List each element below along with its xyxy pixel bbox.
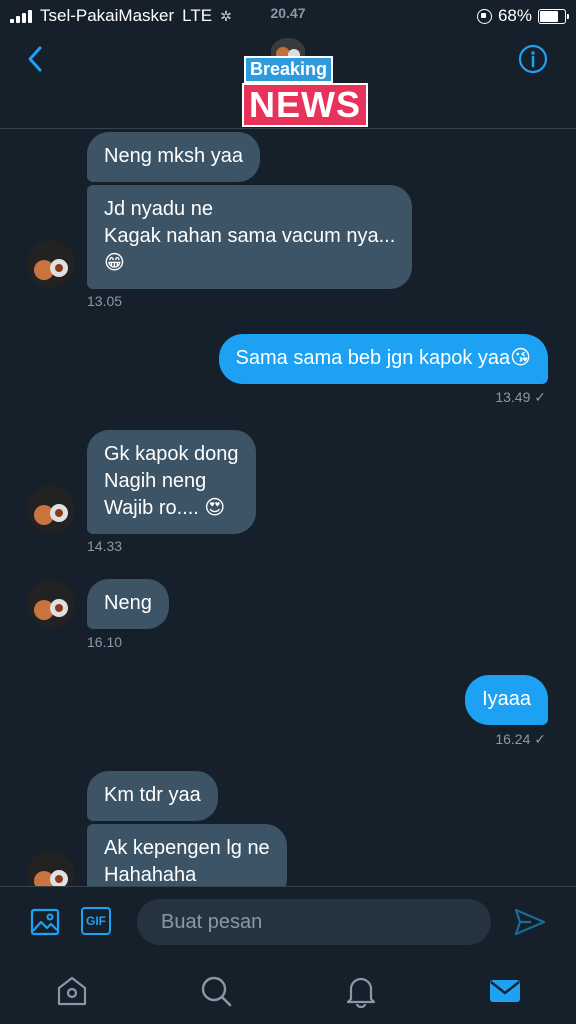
search-icon[interactable] <box>199 974 233 1008</box>
message-timestamp: 13.49 ✓ <box>495 389 546 405</box>
message-bubble-incoming[interactable]: Gk kapok dong Nagih neng Wajib ro.... 😍 <box>87 430 256 534</box>
contact-avatar[interactable] <box>27 240 75 288</box>
battery-percent: 68% <box>497 6 532 25</box>
message-bubble-incoming[interactable]: Km tdr yaa <box>87 771 218 821</box>
message-timestamp: 13.05 <box>87 293 123 309</box>
home-icon[interactable] <box>55 974 89 1008</box>
notifications-icon[interactable] <box>344 974 378 1008</box>
bottom-tab-bar <box>0 956 576 1024</box>
rotation-lock-icon <box>476 8 492 24</box>
status-bar: Tsel-PakaiMasker LTE ✲ 20.47 68% <box>0 0 576 30</box>
image-icon[interactable] <box>30 907 60 937</box>
message-bubble-outgoing[interactable]: Sama sama beb jgn kapok yaa😘 <box>218 334 548 384</box>
message-bubble-outgoing[interactable]: Iyaaa <box>465 675 548 725</box>
message-bubble-incoming[interactable]: Jd nyadu ne Kagak nahan sama vacum nya..… <box>87 185 413 289</box>
message-bubble-incoming[interactable]: Neng <box>87 579 169 629</box>
contact-avatar[interactable] <box>27 580 75 628</box>
send-icon[interactable] <box>513 907 547 937</box>
battery-icon <box>538 8 569 24</box>
message-input[interactable]: Buat pesan <box>137 899 491 945</box>
message-timestamp: 16.10 <box>87 634 123 650</box>
info-icon[interactable] <box>518 44 548 74</box>
logo-news-text: NEWS <box>242 83 368 127</box>
logo-breaking-text: Breaking <box>244 56 334 83</box>
message-list[interactable]: Neng mksh yaa Jd nyadu ne Kagak nahan sa… <box>0 129 576 886</box>
contact-avatar[interactable] <box>27 485 75 533</box>
message-bubble-incoming[interactable]: Ak kepengen lg ne Hahahaha <box>87 824 287 886</box>
gif-icon[interactable]: GIF <box>81 907 111 935</box>
message-timestamp: 16.24 ✓ <box>495 731 546 747</box>
message-input-placeholder: Buat pesan <box>161 911 263 933</box>
message-composer: GIF Buat pesan <box>0 886 576 957</box>
message-bubble-incoming[interactable]: Neng mksh yaa <box>87 132 260 182</box>
conversation-header: Breaking NEWS <box>0 30 576 129</box>
messages-icon[interactable] <box>488 974 522 1008</box>
contact-avatar[interactable] <box>27 851 75 886</box>
message-timestamp: 14.33 <box>87 538 123 554</box>
back-arrow-icon[interactable] <box>22 44 52 74</box>
contact-avatar-logo[interactable]: Breaking NEWS <box>238 38 378 127</box>
